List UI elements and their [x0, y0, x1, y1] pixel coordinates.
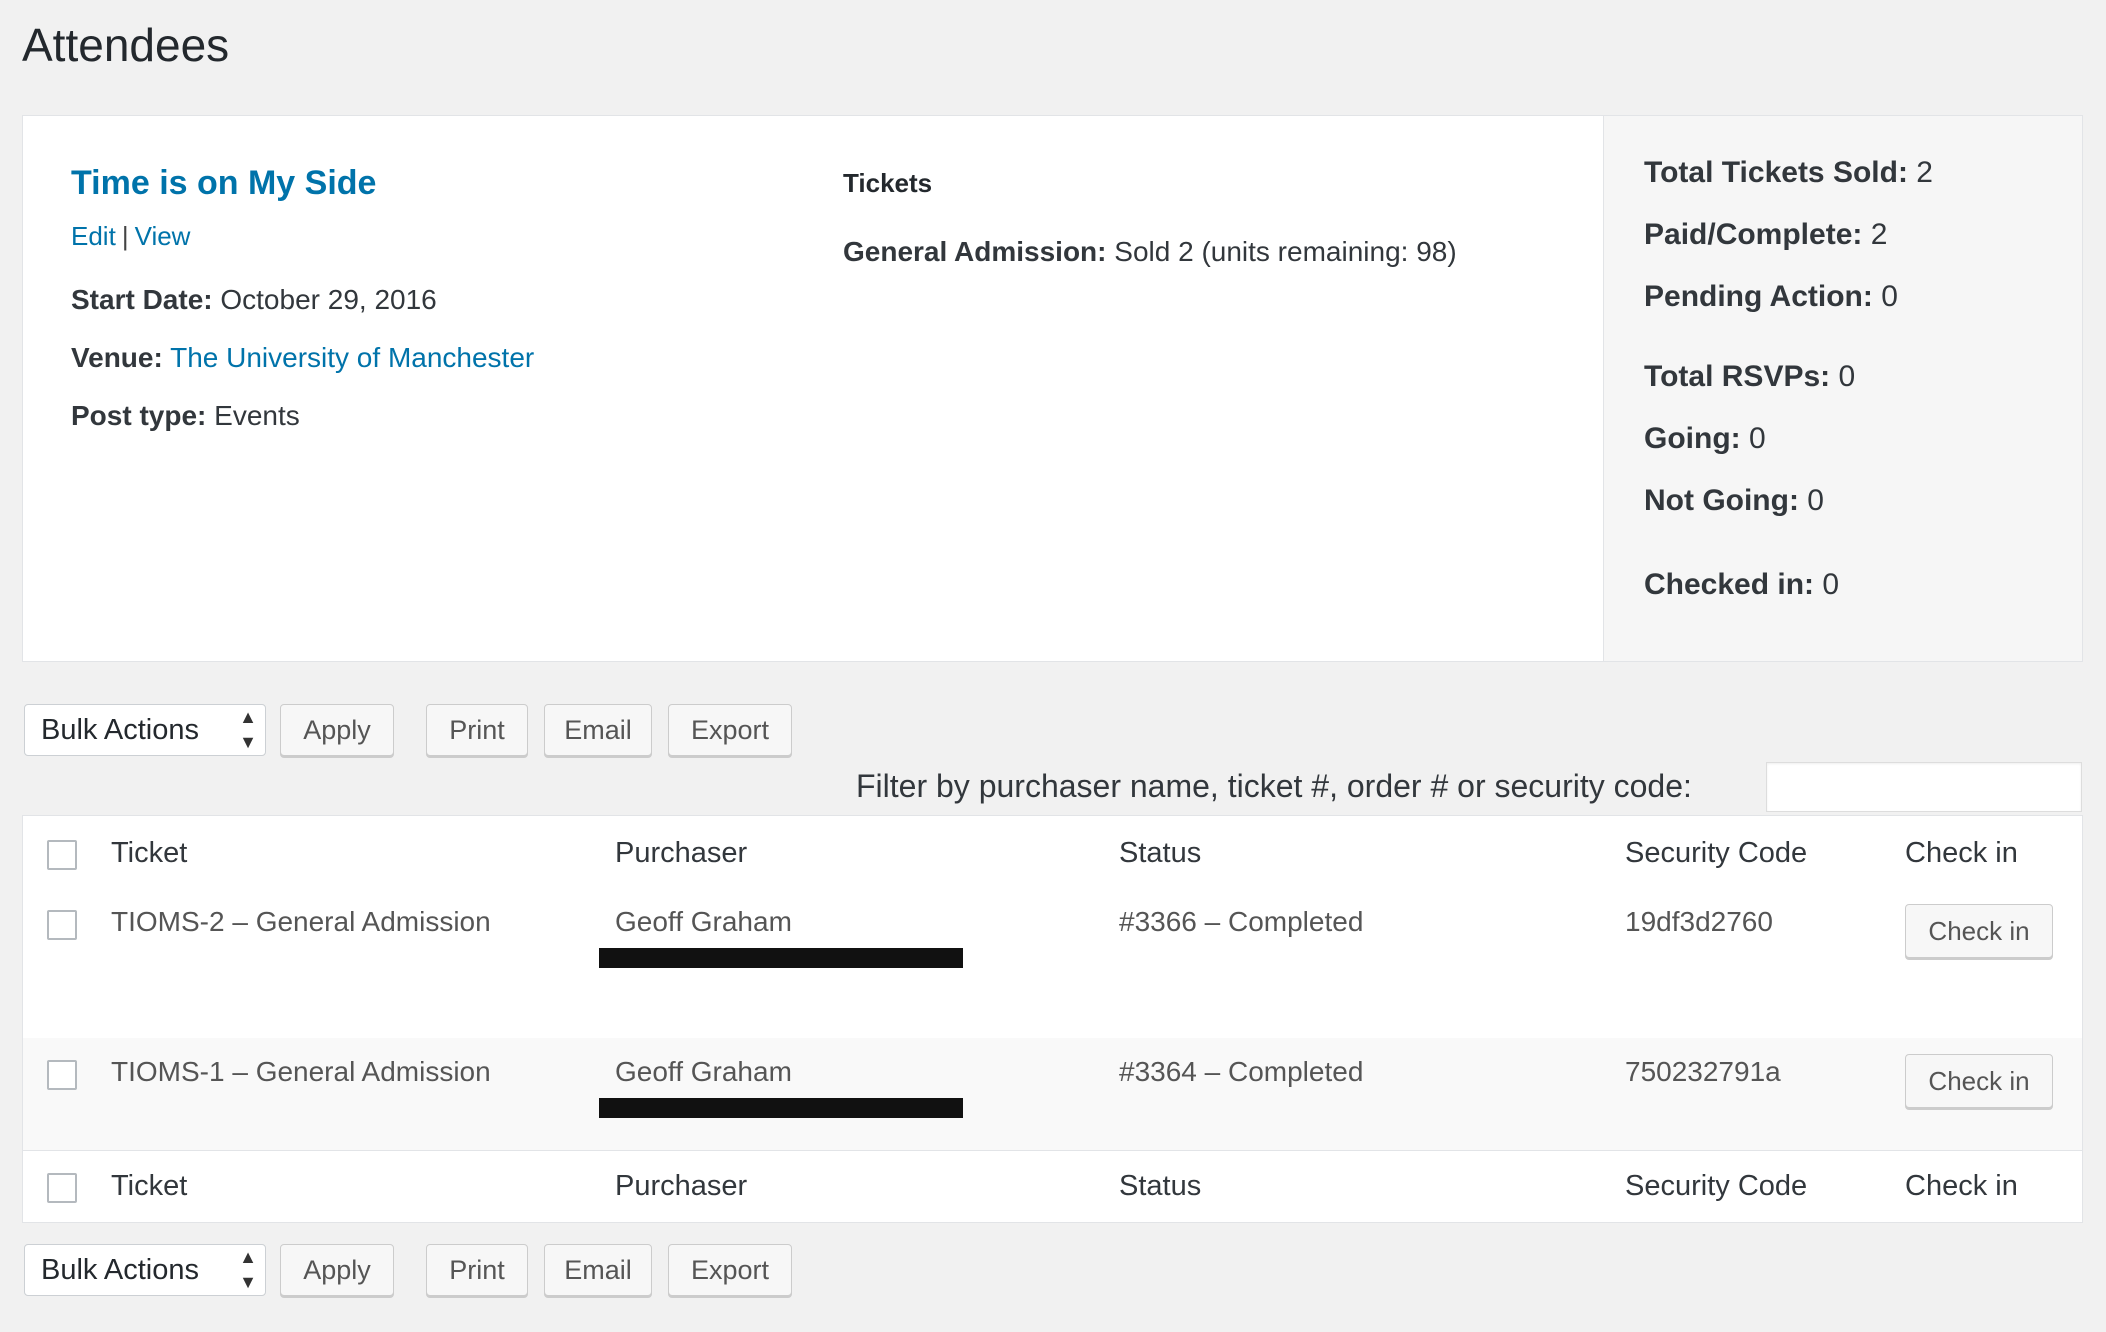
- view-event-link[interactable]: View: [135, 221, 191, 251]
- stat-label: Checked in:: [1644, 568, 1815, 601]
- check-in-button[interactable]: Check in: [1905, 1054, 2053, 1108]
- stat-value: 2: [1870, 218, 1888, 251]
- ticket-cell: TIOMS-1 – General Admission: [111, 1056, 491, 1087]
- column-status: Status: [1119, 1170, 1202, 1202]
- export-button-top[interactable]: Export: [668, 704, 792, 756]
- column-security-code: Security Code: [1625, 1170, 1808, 1202]
- stat-going: Going: 0: [1644, 422, 1766, 456]
- print-button-top[interactable]: Print: [426, 704, 528, 756]
- export-button-bottom[interactable]: Export: [668, 1244, 792, 1296]
- stat-label: Total RSVPs:: [1644, 360, 1831, 393]
- event-details: Time is on My Side Edit | View Start Date:…: [23, 116, 1603, 661]
- ticket-type-summary: General Admission: Sold 2 (units remaini…: [843, 233, 1463, 271]
- select-arrows-icon: ▲ ▼: [239, 1247, 257, 1292]
- security-code: 19df3d2760: [1625, 906, 1773, 937]
- link-separator: |: [121, 221, 129, 251]
- row-checkbox[interactable]: [47, 1060, 77, 1090]
- tickets-heading: Tickets: [843, 168, 933, 198]
- post-type-label: Post type:: [71, 400, 207, 431]
- attendees-table: Ticket Purchaser Status Security Code Ch…: [22, 815, 2083, 1223]
- apply-button-bottom[interactable]: Apply: [280, 1244, 394, 1296]
- venue: Venue: The University of Manchester: [71, 342, 534, 374]
- stat-label: Paid/Complete:: [1644, 218, 1863, 251]
- post-type-value: Events: [214, 400, 300, 431]
- bulk-actions-select-bottom[interactable]: Bulk Actions ▲ ▼: [24, 1244, 266, 1296]
- stat-label: Going:: [1644, 422, 1741, 455]
- stat-not-going: Not Going: 0: [1644, 484, 1824, 518]
- venue-label: Venue:: [71, 342, 163, 373]
- column-purchaser: Purchaser: [615, 837, 748, 869]
- stat-value: 0: [1807, 484, 1824, 517]
- ticket-type-name: General Admission:: [843, 236, 1107, 267]
- attendance-stats: Total Tickets Sold: 2 Paid/Complete: 2 P…: [1603, 116, 2082, 661]
- column-ticket: Ticket: [111, 1170, 188, 1202]
- stat-total-rsvps: Total RSVPs: 0: [1644, 360, 1855, 394]
- print-button-bottom[interactable]: Print: [426, 1244, 528, 1296]
- stat-value: 2: [1916, 156, 1933, 189]
- email-button-bottom[interactable]: Email: [544, 1244, 652, 1296]
- email-button-top[interactable]: Email: [544, 704, 652, 756]
- select-all-checkbox-footer[interactable]: [47, 1173, 77, 1203]
- row-checkbox[interactable]: [47, 910, 77, 940]
- start-date-label: Start Date:: [71, 284, 213, 315]
- select-arrows-icon: ▲ ▼: [239, 707, 257, 752]
- column-check-in: Check in: [1905, 837, 2018, 869]
- event-title-link[interactable]: Time is on My Side: [71, 164, 376, 203]
- bulk-actions-value: Bulk Actions: [41, 1254, 199, 1286]
- table-header: Ticket Purchaser Status Security Code Ch…: [23, 816, 2082, 889]
- purchaser-name: Geoff Graham: [615, 906, 792, 937]
- order-status-link[interactable]: #3366 – Completed: [1119, 906, 1363, 938]
- event-row-actions: Edit | View: [71, 221, 190, 252]
- stat-checked-in: Checked in: 0: [1644, 568, 1839, 602]
- edit-event-link[interactable]: Edit: [71, 221, 116, 251]
- check-in-button[interactable]: Check in: [1905, 904, 2053, 958]
- stat-label: Pending Action:: [1644, 280, 1873, 313]
- ticket-type-detail: Sold 2 (units remaining: 98): [1114, 236, 1457, 267]
- table-footer: Ticket Purchaser Status Security Code Ch…: [23, 1150, 2082, 1223]
- venue-link[interactable]: The University of Manchester: [170, 342, 534, 373]
- stat-value: 0: [1881, 280, 1898, 313]
- stat-value: 0: [1822, 568, 1840, 601]
- stat-label: Not Going:: [1644, 484, 1799, 517]
- bulk-actions-value: Bulk Actions: [41, 714, 199, 746]
- stat-value: 0: [1838, 360, 1856, 393]
- page-title: Attendees: [22, 19, 230, 71]
- table-row: TIOMS-1 – General Admission Geoff Graham…: [23, 1038, 2082, 1150]
- column-purchaser: Purchaser: [615, 1170, 748, 1202]
- post-type: Post type: Events: [71, 400, 300, 432]
- filter-label: Filter by purchaser name, ticket #, orde…: [856, 768, 1692, 804]
- start-date-value: October 29, 2016: [220, 284, 437, 315]
- stat-value: 0: [1748, 422, 1766, 455]
- security-code: 750232791a: [1625, 1056, 1781, 1087]
- stat-paid: Paid/Complete: 2: [1644, 218, 1887, 252]
- select-all-checkbox[interactable]: [47, 840, 77, 870]
- order-status-link[interactable]: #3364 – Completed: [1119, 1056, 1363, 1088]
- table-row: TIOMS-2 – General Admission Geoff Graham…: [23, 888, 2082, 1038]
- column-check-in: Check in: [1905, 1170, 2018, 1202]
- start-date: Start Date: October 29, 2016: [71, 284, 437, 316]
- apply-button-top[interactable]: Apply: [280, 704, 394, 756]
- stat-label: Total Tickets Sold:: [1644, 156, 1908, 189]
- purchaser-name: Geoff Graham: [615, 1056, 792, 1087]
- column-security-code: Security Code: [1625, 837, 1808, 869]
- stat-pending: Pending Action: 0: [1644, 280, 1898, 314]
- filter-input[interactable]: [1766, 762, 2082, 812]
- redacted-email: [599, 948, 963, 968]
- column-ticket: Ticket: [111, 837, 188, 869]
- ticket-cell: TIOMS-2 – General Admission: [111, 906, 491, 937]
- event-summary-panel: Time is on My Side Edit | View Start Date:…: [22, 115, 2083, 662]
- bulk-actions-select-top[interactable]: Bulk Actions ▲ ▼: [24, 704, 266, 756]
- column-status: Status: [1119, 837, 1202, 869]
- stat-total-sold: Total Tickets Sold: 2: [1644, 156, 1933, 190]
- redacted-email: [599, 1098, 963, 1118]
